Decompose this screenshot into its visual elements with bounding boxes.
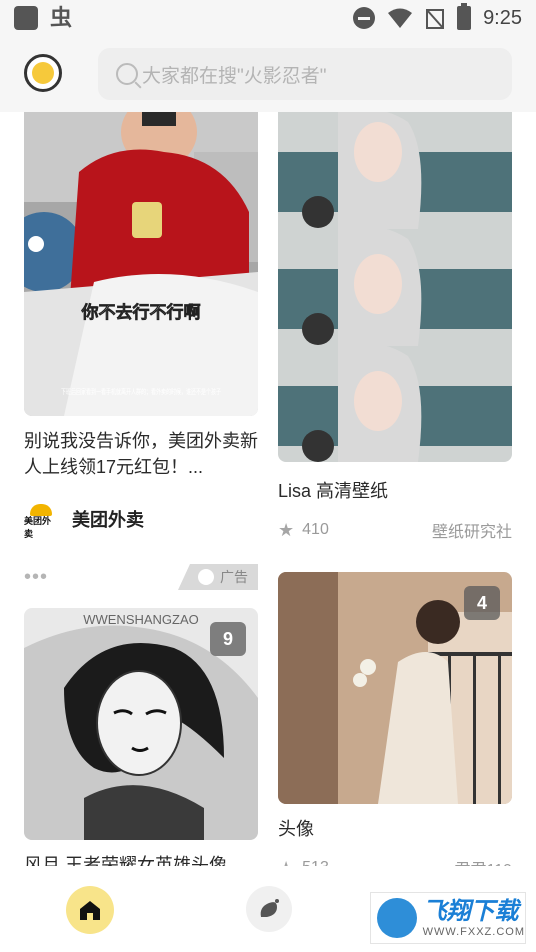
post-image[interactable] (278, 112, 512, 462)
bottom-nav: 飞翔下载 WWW.FXXZ.COM (0, 866, 536, 952)
post-card[interactable]: Lisa 高清壁纸 ★ 410 壁纸研究社 (278, 112, 512, 542)
logo-sun-icon (32, 62, 54, 84)
watermark-title: 飞翔下载 (422, 898, 519, 925)
battery-charging-icon (457, 3, 472, 30)
ad-label-badge: 广告 (178, 564, 258, 590)
status-time: 9:25 (483, 6, 522, 29)
post-title[interactable]: 头像 (278, 816, 512, 842)
square-icon (14, 6, 38, 30)
post-author[interactable]: 壁纸研究社 (432, 518, 512, 542)
post-image-overlay-text: WWENSHANGZAO (83, 612, 199, 627)
ad-brand[interactable]: 美团外卖 美团外卖 (24, 502, 258, 539)
post-image[interactable]: WWENSHANGZAO 9 (24, 608, 258, 840)
like-count[interactable]: ★ 410 (278, 520, 329, 541)
search-placeholder: 大家都在搜"火影忍者" (142, 65, 327, 87)
feed-column-left: 你不去行不行啊 下班后回家看到一看手机就离开人群的；看外卖的时候，谁还不是个孩子… (24, 112, 258, 878)
post-image[interactable]: 4 (278, 572, 512, 804)
watermark-sub: WWW.FXXZ.COM (422, 926, 525, 938)
bug-icon: 虫 (50, 5, 73, 30)
discover-icon[interactable] (246, 886, 292, 932)
post-card[interactable]: WWENSHANGZAO 9 风月 王者荣耀女英雄头像 (24, 608, 258, 878)
brand-logo: 美团外卖 (24, 502, 58, 539)
more-options-icon[interactable]: ••• (24, 566, 48, 589)
ad-image[interactable]: 你不去行不行啊 下班后回家看到一看手机就离开人群的；看外卖的时候，谁还不是个孩子 (24, 112, 258, 416)
ad-image-subtitle: 下班后回家看到一看手机就离开人群的；看外卖的时候，谁还不是个孩子 (61, 387, 221, 396)
watermark-logo-icon (377, 898, 417, 938)
feed-column-right: Lisa 高清壁纸 ★ 410 壁纸研究社 4 头像 (278, 112, 512, 880)
dnd-icon (353, 7, 376, 29)
post-card[interactable]: 4 头像 ★ 513 君君119 (278, 572, 512, 880)
ad-card[interactable]: 你不去行不行啊 下班后回家看到一看手机就离开人群的；看外卖的时候，谁还不是个孩子… (24, 112, 258, 590)
no-signal-icon (426, 9, 445, 29)
brand-name: 美团外卖 (72, 510, 144, 530)
ad-image-caption: 你不去行不行啊 (81, 302, 201, 322)
post-title[interactable]: Lisa 高清壁纸 (278, 478, 512, 504)
star-icon: ★ (278, 519, 295, 540)
ad-title[interactable]: 别说我没告诉你，美团外卖新人上线领17元红包！... (24, 428, 258, 480)
app-logo[interactable] (24, 54, 62, 92)
status-bar: 虫 9:25 (0, 0, 536, 38)
search-icon (116, 63, 138, 85)
image-count-badge: 4 (464, 586, 500, 620)
ad-icon (198, 569, 214, 585)
watermark: 飞翔下载 WWW.FXXZ.COM (370, 892, 526, 944)
search-bar[interactable]: 大家都在搜"火影忍者" (98, 48, 512, 100)
image-count-badge: 9 (210, 622, 246, 656)
home-icon[interactable] (66, 886, 114, 934)
app-header: 大家都在搜"火影忍者" (0, 38, 536, 112)
wifi-icon (388, 8, 413, 28)
